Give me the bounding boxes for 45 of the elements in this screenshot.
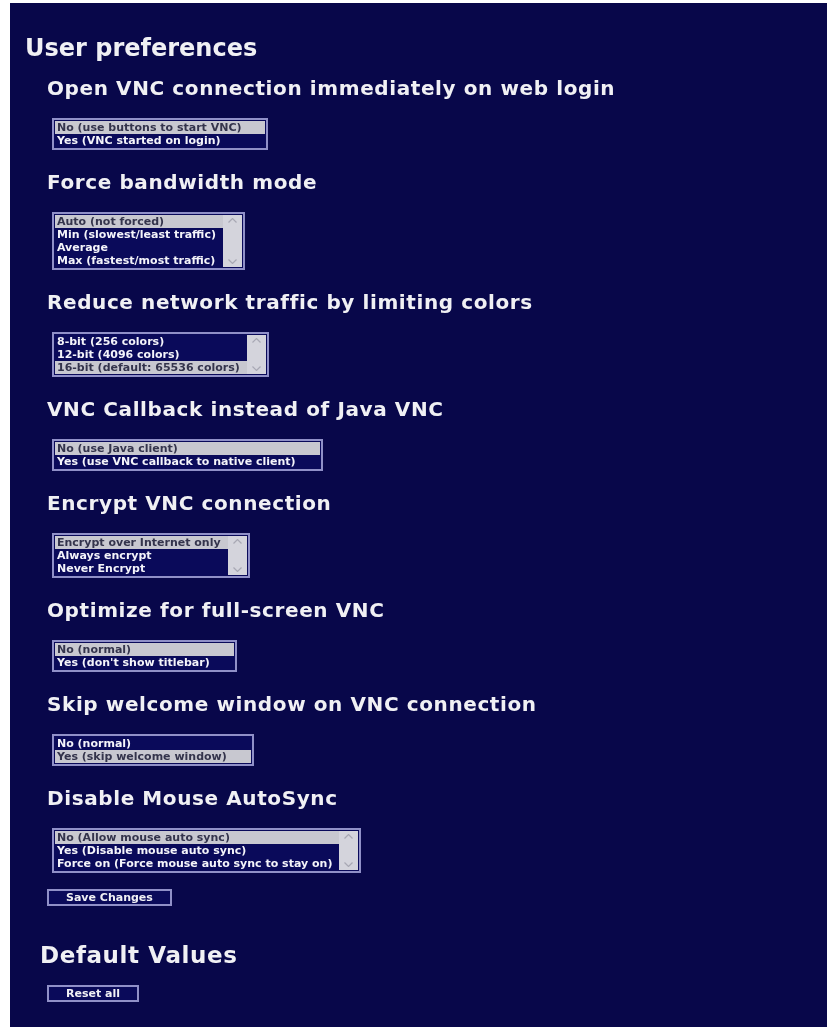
list-box[interactable]: Encrypt over Internet only Always encrypt Never Encrypt	[52, 533, 250, 578]
section-heading: Reduce network traffic by limiting colors	[47, 290, 533, 314]
list-option[interactable]: 12-bit (4096 colors)	[55, 348, 247, 361]
reset-button[interactable]: Reset all	[47, 985, 139, 1002]
list-option[interactable]: Auto (not forced)	[55, 215, 223, 228]
list-option[interactable]: 8-bit (256 colors)	[55, 335, 247, 348]
list-option[interactable]: 16-bit (default: 65536 colors)	[55, 361, 247, 374]
section-heading: Encrypt VNC connection	[47, 491, 332, 515]
section-heading: Default Values	[40, 941, 238, 969]
list-option[interactable]: Yes (don't show titlebar)	[55, 656, 234, 669]
list-option[interactable]: No (normal)	[55, 737, 251, 750]
list-option[interactable]: Max (fastest/most traffic)	[55, 254, 223, 267]
list-option[interactable]: Encrypt over Internet only	[55, 536, 228, 549]
section-heading: Disable Mouse AutoSync	[47, 786, 338, 810]
list-option[interactable]: Average	[55, 241, 223, 254]
list-option[interactable]: No (normal)	[55, 643, 234, 656]
list-option[interactable]: No (use Java client)	[55, 442, 320, 455]
list-box[interactable]: No (use buttons to start VNC) Yes (VNC started on login)	[52, 118, 269, 150]
list-box[interactable]: Auto (not forced) Min (slowest/least traffic) Average Max (fastest/most traffic)	[52, 212, 245, 270]
scrollbar[interactable]	[222, 215, 242, 267]
list-box[interactable]: No (use Java client) Yes (use VNC callback to native client)	[52, 439, 323, 471]
section-heading: VNC Callback instead of Java VNC	[47, 397, 444, 421]
list-option[interactable]: No (use buttons to start VNC)	[55, 121, 266, 134]
list-option[interactable]: Force on (Force mouse auto sync to stay on)	[55, 857, 340, 870]
scrollbar[interactable]	[246, 335, 266, 374]
list-option[interactable]: Never Encrypt	[55, 562, 228, 575]
list-option[interactable]: Yes (Disable mouse auto sync)	[55, 844, 340, 857]
list-option[interactable]: Yes (skip welcome window)	[55, 750, 251, 763]
scrollbar[interactable]	[339, 831, 359, 870]
list-box[interactable]: 8-bit (256 colors) 12-bit (4096 colors) 16-bit (default: 65536 colors)	[52, 332, 269, 377]
section-heading: Force bandwidth mode	[47, 170, 318, 194]
list-option[interactable]: Min (slowest/least traffic)	[55, 228, 223, 241]
list-box[interactable]: No (Allow mouse auto sync) Yes (Disable mouse auto sync) Force on (Force mouse auto sync to stay on)	[52, 828, 362, 873]
list-option[interactable]: Yes (use VNC callback to native client)	[55, 455, 320, 468]
save-button[interactable]: Save Changes	[47, 889, 172, 906]
list-box[interactable]: No (normal) Yes (skip welcome window)	[52, 734, 254, 766]
page-title: User preferences	[25, 35, 258, 61]
list-option[interactable]: No (Allow mouse auto sync)	[55, 831, 340, 844]
scrollbar[interactable]	[227, 536, 247, 575]
section-heading: Skip welcome window on VNC connection	[47, 692, 537, 716]
list-option[interactable]: Yes (VNC started on login)	[55, 134, 266, 147]
section-heading: Optimize for full-screen VNC	[47, 598, 385, 622]
section-heading: Open VNC connection immediately on web login	[47, 76, 616, 100]
list-box[interactable]: No (normal) Yes (don't show titlebar)	[52, 640, 237, 672]
list-option[interactable]: Always encrypt	[55, 549, 228, 562]
